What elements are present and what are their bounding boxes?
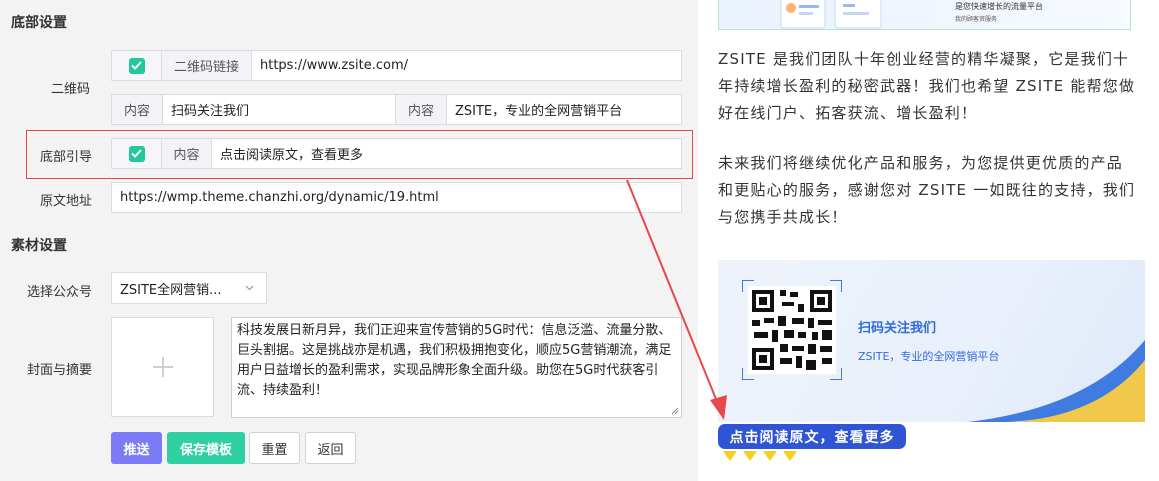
resize-grip-icon[interactable] <box>671 407 679 415</box>
source-url-label: 原文地址 <box>39 194 92 209</box>
qrcode-checkbox[interactable] <box>128 57 145 74</box>
preview-top-banner: 是您快速增长的流量平台 我的顾客资服务 <box>718 0 1131 30</box>
footer-guide-label: 底部引导 <box>39 150 92 165</box>
triangle-decoration <box>743 451 757 461</box>
qrcode-content-addon-1: 内容 <box>112 95 163 124</box>
qr-card-subtitle: ZSITE，专业的全网营销平台 <box>858 350 1000 363</box>
back-button[interactable]: 返回 <box>305 432 356 464</box>
triangle-decoration <box>723 451 737 461</box>
section-title-material: 素材设置 <box>11 238 67 254</box>
account-select-value: ZSITE全网营销... <box>120 282 222 298</box>
account-select[interactable]: ZSITE全网营销... <box>111 272 267 304</box>
qrcode-link-addon: 二维码链接 <box>162 51 252 80</box>
source-url-field: https://wmp.theme.chanzhi.org/dynamic/19… <box>111 182 682 213</box>
article-preview: 是您快速增长的流量平台 我的顾客资服务 ZSITE 是我们团队十年创业经营的精华… <box>698 0 1159 481</box>
article-paragraph-1: ZSITE 是我们团队十年创业经营的精华凝聚，它是我们十年持续增长盈利的秘密武器… <box>718 50 1136 122</box>
footer-guide-checkbox-wrap[interactable] <box>112 139 162 168</box>
qrcode-link-group: 二维码链接 https://www.zsite.com/ <box>111 50 682 81</box>
reset-button[interactable]: 重置 <box>249 432 300 464</box>
chevron-down-icon <box>245 285 254 291</box>
qrcode-content-group: 内容 扫码关注我们 内容 ZSITE，专业的全网营销平台 <box>111 94 682 125</box>
footer-guide-group: 内容 点击阅读原文，查看更多 <box>111 138 682 169</box>
qrcode-link-input[interactable]: https://www.zsite.com/ <box>252 58 408 73</box>
check-icon <box>131 61 142 70</box>
qrcode-content-input-1[interactable]: 扫码关注我们 <box>163 95 396 124</box>
qrcode-label: 二维码 <box>50 82 90 97</box>
article-paragraph-2: 未来我们将继续优化产品和服务，为您提供更优质的产品和更贴心的服务，感谢您对 ZS… <box>718 154 1136 226</box>
qrcode-checkbox-wrap[interactable] <box>112 51 162 80</box>
document-illustration-icon <box>780 0 882 29</box>
qrcode-content-addon-2: 内容 <box>396 95 447 124</box>
banner-line-2: 我的顾客资服务 <box>955 16 998 23</box>
source-url-input[interactable]: https://wmp.theme.chanzhi.org/dynamic/19… <box>112 190 439 205</box>
settings-form: 底部设置 二维码 二维码链接 https://www.zsite.com/ 内容… <box>0 0 698 481</box>
save-template-button[interactable]: 保存模板 <box>167 432 245 464</box>
qr-card-title: 扫码关注我们 <box>858 321 937 336</box>
cover-upload[interactable] <box>111 317 214 417</box>
qr-code-icon <box>742 280 842 380</box>
account-label: 选择公众号 <box>26 285 92 300</box>
footer-guide-checkbox[interactable] <box>128 145 145 162</box>
banner-line-1: 是您快速增长的流量平台 <box>955 2 1043 11</box>
qrcode-content-input-2[interactable]: ZSITE，专业的全网营销平台 <box>447 100 622 119</box>
qr-follow-card: 扫码关注我们 ZSITE，专业的全网营销平台 <box>718 260 1145 422</box>
cover-label: 封面与摘要 <box>26 363 92 378</box>
footer-guide-content-input[interactable]: 点击阅读原文，查看更多 <box>212 144 363 163</box>
plus-icon <box>152 357 173 377</box>
summary-text: 科技发展日新月异，我们正迎来宣传营销的5G时代：信息泛滥、流量分散、巨头割据。这… <box>237 323 672 398</box>
read-more-badge[interactable]: 点击阅读原文，查看更多 <box>718 424 906 449</box>
summary-textarea[interactable]: 科技发展日新月异，我们正迎来宣传营销的5G时代：信息泛滥、流量分散、巨头割据。这… <box>231 317 682 418</box>
triangle-decoration <box>783 451 797 461</box>
section-title-footer: 底部设置 <box>11 15 67 31</box>
check-icon <box>131 149 142 158</box>
push-button[interactable]: 推送 <box>111 432 162 464</box>
triangle-decoration <box>763 451 777 461</box>
footer-guide-content-addon: 内容 <box>162 139 212 168</box>
